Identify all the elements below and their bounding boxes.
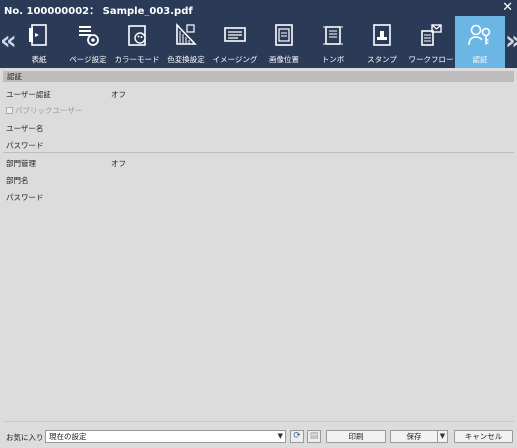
workflow-icon <box>421 24 442 46</box>
crop-marks-icon <box>323 26 343 45</box>
favorites-label: お気に入り <box>6 433 44 442</box>
user-auth-value: オフ <box>111 90 126 99</box>
authentication-icon <box>468 24 491 46</box>
user-auth-row: ユーザー認証 オフ <box>6 89 126 100</box>
cover-icon <box>29 24 47 46</box>
tab-authentication[interactable]: 認証 <box>455 16 505 68</box>
public-user-row: パブリックユーザー <box>6 105 82 116</box>
content-panel <box>3 82 514 422</box>
dept-name-row: 部門名 <box>6 175 29 186</box>
password-row: パスワード <box>6 140 44 151</box>
close-icon[interactable]: ✕ <box>502 0 513 16</box>
dept-mgmt-value: オフ <box>111 159 126 168</box>
scroll-right-button[interactable]: » <box>505 26 517 60</box>
section-title-auth: 認証 <box>3 71 514 82</box>
imaging-icon <box>224 27 246 42</box>
color-conversion-icon <box>176 22 197 45</box>
save-menu-arrow[interactable]: ▼ <box>437 430 448 443</box>
chevron-down-icon: ▼ <box>277 432 283 440</box>
title-bar: No. 100000002： Sample_003.pdf ✕ <box>0 0 517 17</box>
image-position-icon <box>275 24 293 46</box>
window-title: No. 100000002： Sample_003.pdf <box>4 6 193 17</box>
section-divider <box>3 152 514 153</box>
cancel-button[interactable]: キャンセル <box>454 430 513 443</box>
refresh-icon[interactable]: ⟳ <box>290 430 304 443</box>
stamp-icon <box>373 24 391 46</box>
public-user-checkbox[interactable] <box>6 107 13 114</box>
dept-password-label: パスワード <box>6 193 44 202</box>
dept-mgmt-row: 部門管理 オフ <box>6 158 126 169</box>
favorites-value: 現在の設定 <box>49 432 87 441</box>
username-row: ユーザー名 <box>6 123 43 134</box>
tab-authentication-label: 認証 <box>472 55 488 64</box>
favorites-select[interactable]: 現在の設定 ▼ <box>45 430 286 443</box>
dept-name-label: 部門名 <box>6 176 29 185</box>
settings-toolbar: « 表紙 ページ設定 カラーモード 色変換設定 イメージング 画像位置 トンボ … <box>0 16 517 68</box>
page-settings-icon <box>79 26 99 46</box>
dept-mgmt-label: 部門管理 <box>6 159 36 168</box>
dept-password-row: パスワード <box>6 192 44 203</box>
public-user-label: パブリックユーザー <box>15 106 83 115</box>
save-favorite-icon[interactable]: ▤ <box>307 430 321 443</box>
save-button[interactable]: 保存 <box>390 430 438 443</box>
footer-bar: お気に入り 現在の設定 ▼ ⟳ ▤ 印刷 保存 ▼ キャンセル <box>0 424 517 448</box>
color-mode-icon <box>128 25 146 46</box>
username-label: ユーザー名 <box>6 124 44 133</box>
password-label: パスワード <box>6 141 44 150</box>
print-button[interactable]: 印刷 <box>326 430 386 443</box>
user-auth-label: ユーザー認証 <box>6 90 51 99</box>
